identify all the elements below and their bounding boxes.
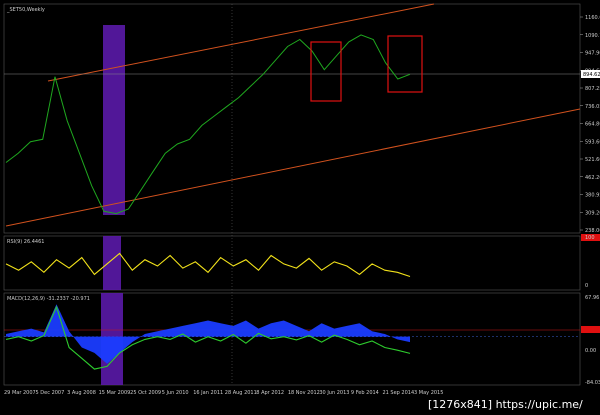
x-axis-label: 5 Jun 2010 [162, 390, 189, 396]
macd-ytick-label: -84.03 [585, 380, 600, 386]
x-axis-label: 29 Mar 2007 [4, 390, 36, 396]
price-ytick-label: 736.05 [585, 104, 600, 110]
x-axis-label: 15 Mar 2009 [99, 390, 131, 396]
macd-level-box [581, 326, 600, 333]
price-ytick-label: 521.60 [585, 157, 600, 163]
price-ytick-label: 309.20 [585, 210, 600, 216]
price-current-label: 894.62 [583, 72, 600, 78]
purple-band [103, 25, 125, 215]
watermark: [1276x841] https://upic.me/ [428, 398, 583, 411]
price-panel-title: _SET50,Weekly [6, 7, 45, 13]
x-axis-label: 9 Feb 2014 [351, 390, 379, 396]
rsi-ytick-label: 100 [585, 235, 595, 241]
price-ytick-label: 593.60 [585, 139, 600, 145]
macd-ytick-label: 67.96 [585, 295, 599, 301]
price-panel [3, 3, 581, 234]
macd-ytick-label: 0.00 [585, 348, 596, 354]
x-axis-label: 16 Jan 2011 [193, 390, 223, 396]
price-ytick-label: 1090.75 [585, 33, 600, 39]
price-ytick-label: 807.25 [585, 86, 600, 92]
price-ytick-label: 664.80 [585, 122, 600, 128]
x-axis-label: 28 Aug 2011 [225, 390, 257, 396]
price-ytick-label: 380.95 [585, 193, 600, 199]
price-ytick-label: 238.00 [585, 228, 600, 234]
purple-band-rsi [103, 236, 121, 290]
x-axis-label: 18 Nov 2012 [288, 390, 320, 396]
rsi-ytick-label: 0 [585, 283, 588, 289]
rsi-panel [3, 235, 581, 291]
trading-chart: _SET50,Weekly RSI(9) 26.4461 MACD(12,26,… [3, 3, 600, 411]
price-ytick-label: 1160.00 [585, 15, 600, 21]
rsi-panel-title: RSI(9) 26.4461 [7, 239, 44, 245]
x-axis-label: 30 Jun 2013 [319, 390, 349, 396]
x-axis-label: 25 Oct 2009 [130, 390, 161, 396]
x-axis-label: 3 May 2015 [414, 390, 443, 396]
x-axis-label: 8 Apr 2012 [256, 390, 284, 396]
x-axis-label: 21 Sep 2014 [382, 390, 414, 396]
price-ytick-label: 947.90 [585, 51, 600, 57]
x-axis-label: 5 Dec 2007 [36, 390, 65, 396]
x-axis-label: 3 Aug 2008 [67, 390, 96, 396]
price-ytick-label: 462.20 [585, 175, 600, 181]
macd-panel-title: MACD(12,26,9) -31.2337 -20.971 [7, 296, 90, 302]
